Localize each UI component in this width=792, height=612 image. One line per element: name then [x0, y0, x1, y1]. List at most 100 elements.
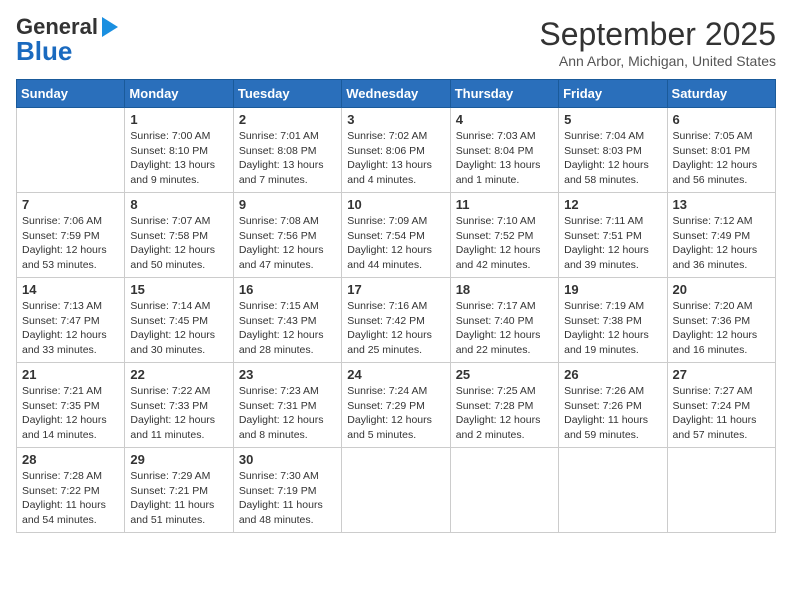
day-number: 28: [22, 452, 119, 467]
day-number: 10: [347, 197, 444, 212]
day-info: Sunrise: 7:22 AMSunset: 7:33 PMDaylight:…: [130, 384, 227, 443]
day-info: Sunrise: 7:01 AMSunset: 8:08 PMDaylight:…: [239, 129, 336, 188]
calendar-cell: 7 Sunrise: 7:06 AMSunset: 7:59 PMDaylight…: [17, 193, 125, 278]
day-info: Sunrise: 7:04 AMSunset: 8:03 PMDaylight:…: [564, 129, 661, 188]
day-number: 23: [239, 367, 336, 382]
calendar-cell: 11 Sunrise: 7:10 AMSunset: 7:52 PMDayligh…: [450, 193, 558, 278]
calendar-cell: 15 Sunrise: 7:14 AMSunset: 7:45 PMDayligh…: [125, 278, 233, 363]
day-number: 26: [564, 367, 661, 382]
header-day-sunday: Sunday: [17, 80, 125, 108]
calendar-cell: 17Sunrise: 7:16 AMSunset: 7:42 PMDayligh…: [342, 278, 450, 363]
calendar-cell: 5 Sunrise: 7:04 AMSunset: 8:03 PMDaylight…: [559, 108, 667, 193]
week-row-1: 1Sunrise: 7:00 AMSunset: 8:10 PMDaylight…: [17, 108, 776, 193]
header-day-wednesday: Wednesday: [342, 80, 450, 108]
day-number: 22: [130, 367, 227, 382]
day-info: Sunrise: 7:14 AMSunset: 7:45 PMDaylight:…: [130, 299, 227, 358]
day-number: 8: [130, 197, 227, 212]
calendar-cell: 13 Sunrise: 7:12 AMSunset: 7:49 PMDayligh…: [667, 193, 775, 278]
day-info: Sunrise: 7:08 AMSunset: 7:56 PMDaylight:…: [239, 214, 336, 273]
calendar-table: SundayMondayTuesdayWednesdayThursdayFrid…: [16, 79, 776, 533]
day-number: 20: [673, 282, 770, 297]
day-number: 18: [456, 282, 553, 297]
calendar-cell: 6 Sunrise: 7:05 AMSunset: 8:01 PMDaylight…: [667, 108, 775, 193]
day-number: 17: [347, 282, 444, 297]
day-info: Sunrise: 7:26 AMSunset: 7:26 PMDaylight:…: [564, 384, 661, 443]
day-number: 29: [130, 452, 227, 467]
calendar-cell: 10 Sunrise: 7:09 AMSunset: 7:54 PMDayligh…: [342, 193, 450, 278]
day-number: 14: [22, 282, 119, 297]
week-row-4: 21 Sunrise: 7:21 AMSunset: 7:35 PMDayligh…: [17, 363, 776, 448]
calendar-cell: 4Sunrise: 7:03 AMSunset: 8:04 PMDaylight…: [450, 108, 558, 193]
week-row-3: 14 Sunrise: 7:13 AMSunset: 7:47 PMDayligh…: [17, 278, 776, 363]
subtitle: Ann Arbor, Michigan, United States: [539, 53, 776, 69]
logo: General Blue: [16, 16, 118, 64]
calendar-cell: 22 Sunrise: 7:22 AMSunset: 7:33 PMDayligh…: [125, 363, 233, 448]
header-row: SundayMondayTuesdayWednesdayThursdayFrid…: [17, 80, 776, 108]
calendar-cell: 8Sunrise: 7:07 AMSunset: 7:58 PMDaylight…: [125, 193, 233, 278]
week-row-5: 28 Sunrise: 7:28 AMSunset: 7:22 PMDayligh…: [17, 448, 776, 533]
day-number: 5: [564, 112, 661, 127]
day-number: 21: [22, 367, 119, 382]
calendar-cell: 19 Sunrise: 7:19 AMSunset: 7:38 PMDayligh…: [559, 278, 667, 363]
day-number: 4: [456, 112, 553, 127]
day-info: Sunrise: 7:24 AMSunset: 7:29 PMDaylight:…: [347, 384, 444, 443]
day-number: 9: [239, 197, 336, 212]
day-number: 6: [673, 112, 770, 127]
day-info: Sunrise: 7:29 AMSunset: 7:21 PMDaylight:…: [130, 469, 227, 528]
calendar-cell: [450, 448, 558, 533]
calendar-cell: 20 Sunrise: 7:20 AMSunset: 7:36 PMDayligh…: [667, 278, 775, 363]
day-number: 2: [239, 112, 336, 127]
day-info: Sunrise: 7:20 AMSunset: 7:36 PMDaylight:…: [673, 299, 770, 358]
day-info: Sunrise: 7:10 AMSunset: 7:52 PMDaylight:…: [456, 214, 553, 273]
calendar-cell: [559, 448, 667, 533]
calendar-header: SundayMondayTuesdayWednesdayThursdayFrid…: [17, 80, 776, 108]
day-info: Sunrise: 7:05 AMSunset: 8:01 PMDaylight:…: [673, 129, 770, 188]
day-info: Sunrise: 7:11 AMSunset: 7:51 PMDaylight:…: [564, 214, 661, 273]
day-number: 15: [130, 282, 227, 297]
day-number: 30: [239, 452, 336, 467]
calendar-cell: 2 Sunrise: 7:01 AMSunset: 8:08 PMDaylight…: [233, 108, 341, 193]
title-block: September 2025 Ann Arbor, Michigan, Unit…: [539, 16, 776, 69]
day-info: Sunrise: 7:02 AMSunset: 8:06 PMDaylight:…: [347, 129, 444, 188]
day-number: 11: [456, 197, 553, 212]
calendar-cell: 28 Sunrise: 7:28 AMSunset: 7:22 PMDayligh…: [17, 448, 125, 533]
day-info: Sunrise: 7:13 AMSunset: 7:47 PMDaylight:…: [22, 299, 119, 358]
calendar-cell: 14 Sunrise: 7:13 AMSunset: 7:47 PMDayligh…: [17, 278, 125, 363]
day-info: Sunrise: 7:21 AMSunset: 7:35 PMDaylight:…: [22, 384, 119, 443]
header-day-friday: Friday: [559, 80, 667, 108]
calendar-cell: 26 Sunrise: 7:26 AMSunset: 7:26 PMDayligh…: [559, 363, 667, 448]
day-info: Sunrise: 7:19 AMSunset: 7:38 PMDaylight:…: [564, 299, 661, 358]
calendar-cell: 12 Sunrise: 7:11 AMSunset: 7:51 PMDayligh…: [559, 193, 667, 278]
calendar-cell: 3Sunrise: 7:02 AMSunset: 8:06 PMDaylight…: [342, 108, 450, 193]
day-number: 24: [347, 367, 444, 382]
day-info: Sunrise: 7:09 AMSunset: 7:54 PMDaylight:…: [347, 214, 444, 273]
day-number: 19: [564, 282, 661, 297]
day-info: Sunrise: 7:27 AMSunset: 7:24 PMDaylight:…: [673, 384, 770, 443]
week-row-2: 7 Sunrise: 7:06 AMSunset: 7:59 PMDaylight…: [17, 193, 776, 278]
day-info: Sunrise: 7:00 AMSunset: 8:10 PMDaylight:…: [130, 129, 227, 188]
calendar-cell: 27Sunrise: 7:27 AMSunset: 7:24 PMDayligh…: [667, 363, 775, 448]
day-number: 7: [22, 197, 119, 212]
header-day-thursday: Thursday: [450, 80, 558, 108]
logo-text-general: General: [16, 16, 98, 38]
calendar-cell: [342, 448, 450, 533]
calendar-cell: 16Sunrise: 7:15 AMSunset: 7:43 PMDayligh…: [233, 278, 341, 363]
day-info: Sunrise: 7:30 AMSunset: 7:19 PMDaylight:…: [239, 469, 336, 528]
day-info: Sunrise: 7:17 AMSunset: 7:40 PMDaylight:…: [456, 299, 553, 358]
main-title: September 2025: [539, 16, 776, 53]
header-day-tuesday: Tuesday: [233, 80, 341, 108]
day-info: Sunrise: 7:15 AMSunset: 7:43 PMDaylight:…: [239, 299, 336, 358]
day-info: Sunrise: 7:25 AMSunset: 7:28 PMDaylight:…: [456, 384, 553, 443]
day-number: 25: [456, 367, 553, 382]
day-info: Sunrise: 7:12 AMSunset: 7:49 PMDaylight:…: [673, 214, 770, 273]
calendar-cell: 24 Sunrise: 7:24 AMSunset: 7:29 PMDayligh…: [342, 363, 450, 448]
logo-text-blue: Blue: [16, 38, 72, 64]
day-number: 12: [564, 197, 661, 212]
calendar-cell: 25 Sunrise: 7:25 AMSunset: 7:28 PMDayligh…: [450, 363, 558, 448]
calendar-cell: 29 Sunrise: 7:29 AMSunset: 7:21 PMDayligh…: [125, 448, 233, 533]
calendar-cell: 18 Sunrise: 7:17 AMSunset: 7:40 PMDayligh…: [450, 278, 558, 363]
day-info: Sunrise: 7:28 AMSunset: 7:22 PMDaylight:…: [22, 469, 119, 528]
day-info: Sunrise: 7:06 AMSunset: 7:59 PMDaylight:…: [22, 214, 119, 273]
day-number: 13: [673, 197, 770, 212]
calendar-cell: [17, 108, 125, 193]
